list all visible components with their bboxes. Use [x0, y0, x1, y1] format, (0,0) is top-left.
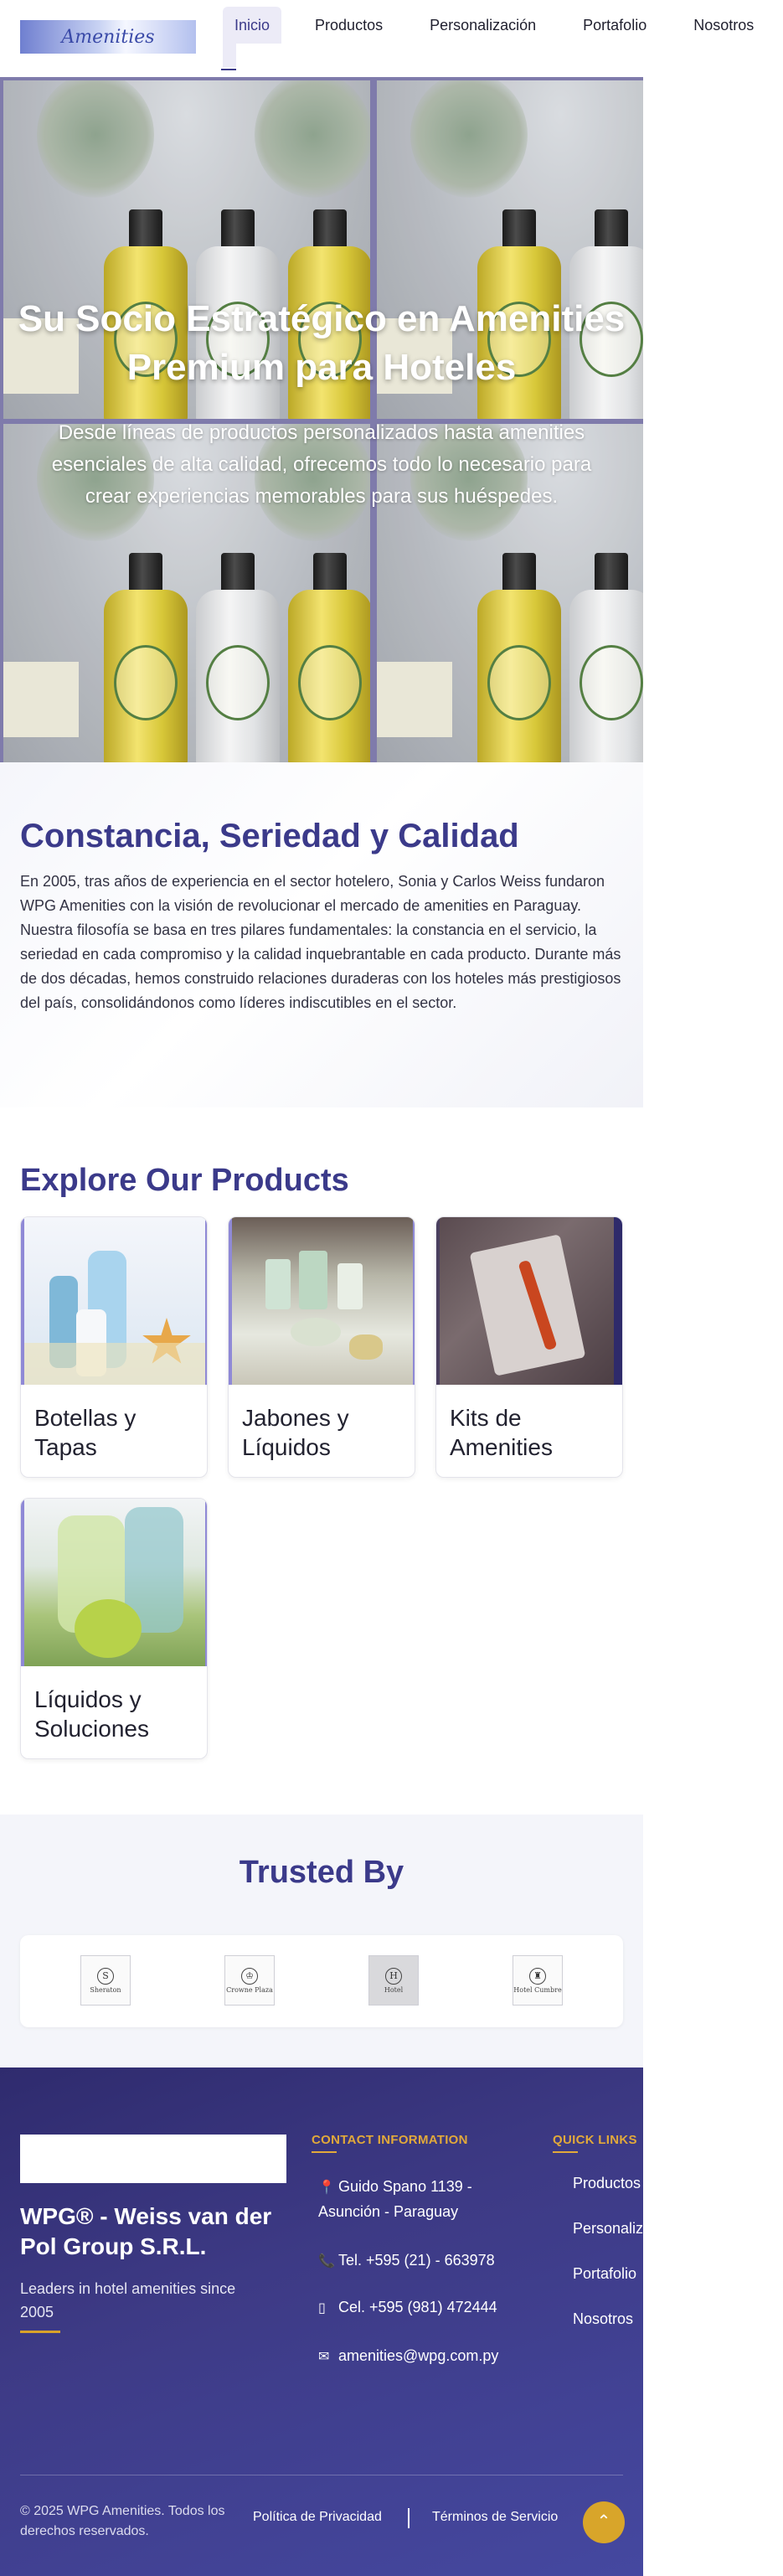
product-card-kits[interactable]: Kits de Amenities	[435, 1216, 623, 1478]
crown-icon: ♔	[241, 1967, 258, 1985]
client-logo-hotel: H Hotel	[368, 1955, 419, 2006]
footer-link-portafolio[interactable]: Portafolio	[573, 2265, 636, 2283]
back-to-top-button[interactable]: ⌃	[583, 2501, 625, 2543]
client-logo-hotel-cumbre: ♜ Hotel Cumbre	[513, 1955, 563, 2006]
nav-active-underline	[221, 69, 236, 70]
product-image-liquids	[21, 1499, 207, 1666]
client-logo-crowne-plaza: ♔ Crowne Plaza	[224, 1955, 275, 2006]
nav-link-inicio[interactable]: Inicio	[223, 7, 282, 44]
site-logo[interactable]: Amenities	[20, 20, 196, 54]
logo-text: Amenities	[61, 26, 155, 48]
products-section: Explore Our Products Botellas y Tapas Ja…	[0, 1107, 643, 1815]
footer-link-personalizacion[interactable]: Personalización	[573, 2220, 679, 2238]
nav-link-productos[interactable]: Productos	[303, 7, 394, 44]
contact-address: 📍 Guido Spano 1139 - Asunción - Paraguay	[318, 2178, 472, 2220]
contact-phone[interactable]: 📞 Tel. +595 (21) - 663978	[318, 2248, 495, 2274]
hero-section: Su Socio Estratégico en Amenities Premiu…	[0, 77, 643, 762]
footer-link-nosotros[interactable]: Nosotros	[573, 2310, 633, 2328]
products-title: Explore Our Products	[20, 1163, 349, 1198]
hero-title: Su Socio Estratégico en Amenities Premiu…	[18, 298, 626, 388]
map-pin-icon: 📍	[318, 2181, 335, 2195]
sheraton-emblem-icon: S	[97, 1967, 114, 1985]
quick-links-underline	[553, 2151, 578, 2153]
trusted-section: Trusted By S Sheraton ♔ Crowne Plaza H H…	[0, 1815, 643, 2068]
product-image-bottles	[21, 1217, 207, 1385]
product-name: Kits de Amenities	[450, 1405, 553, 1460]
footer-company-name: WPG® - Weiss van der Pol Group S.R.L.	[20, 2203, 272, 2259]
product-image-kits	[436, 1217, 622, 1385]
product-card-liquidos[interactable]: Líquidos y Soluciones	[20, 1498, 208, 1759]
footer-link-productos[interactable]: Productos	[573, 2175, 641, 2192]
product-name: Líquidos y Soluciones	[34, 1686, 149, 1742]
quick-links-heading: QUICK LINKS	[553, 2133, 637, 2147]
footer-accent-line	[20, 2331, 60, 2333]
footer-logo[interactable]	[20, 2135, 286, 2183]
terms-link[interactable]: Términos de Servicio	[432, 2510, 558, 2525]
product-name: Botellas y Tapas	[34, 1405, 137, 1460]
mail-icon: ✉	[318, 2350, 330, 2364]
site-footer: WPG® - Weiss van der Pol Group S.R.L. Le…	[0, 2068, 679, 2576]
client-logo-sheraton: S Sheraton	[80, 1955, 131, 2006]
trusted-logos-box: S Sheraton ♔ Crowne Plaza H Hotel ♜ Hote…	[20, 1935, 623, 2027]
copyright: © 2025 WPG Amenities. Todos los derechos…	[20, 2504, 225, 2538]
page: Amenities Inicio Productos Personalizaci…	[0, 0, 783, 2576]
product-card-jabones[interactable]: Jabones y Líquidos	[228, 1216, 415, 1478]
nav-link-nosotros[interactable]: Nosotros	[682, 7, 765, 44]
nav-link-portafolio[interactable]: Portafolio	[571, 7, 658, 44]
top-navbar: Amenities Inicio Productos Personalizaci…	[0, 0, 783, 72]
product-name: Jabones y Líquidos	[242, 1405, 349, 1460]
contact-email[interactable]: ✉ amenities@wpg.com.py	[318, 2344, 498, 2369]
phone-icon: 📞	[318, 2254, 335, 2269]
tower-icon: ♜	[529, 1967, 546, 1985]
footer-tagline: Leaders in hotel amenities since 2005	[20, 2280, 236, 2320]
contact-heading-underline	[312, 2151, 337, 2153]
product-image-soaps	[229, 1217, 415, 1385]
hero-subtitle: Desde líneas de productos personalizados…	[51, 421, 592, 508]
about-section: Constancia, Seriedad y Calidad En 2005, …	[0, 762, 643, 1107]
trusted-title: Trusted By	[239, 1855, 404, 1890]
product-card-botellas[interactable]: Botellas y Tapas	[20, 1216, 208, 1478]
nav-link-personalizacion[interactable]: Personalización	[418, 7, 548, 44]
contact-heading: CONTACT INFORMATION	[312, 2133, 468, 2147]
about-body: En 2005, tras años de experiencia en el …	[20, 873, 621, 1011]
chevron-up-icon: ⌃	[596, 2512, 611, 2531]
legal-separator	[408, 2508, 410, 2528]
nav-links: Inicio Productos Personalización Portafo…	[223, 7, 783, 49]
mobile-icon: ▯	[318, 2301, 326, 2315]
privacy-link[interactable]: Política de Privacidad	[253, 2510, 382, 2525]
contact-mobile[interactable]: ▯ Cel. +595 (981) 472444	[318, 2295, 497, 2320]
crest-icon: H	[385, 1967, 402, 1985]
about-title: Constancia, Seriedad y Calidad	[20, 818, 519, 854]
